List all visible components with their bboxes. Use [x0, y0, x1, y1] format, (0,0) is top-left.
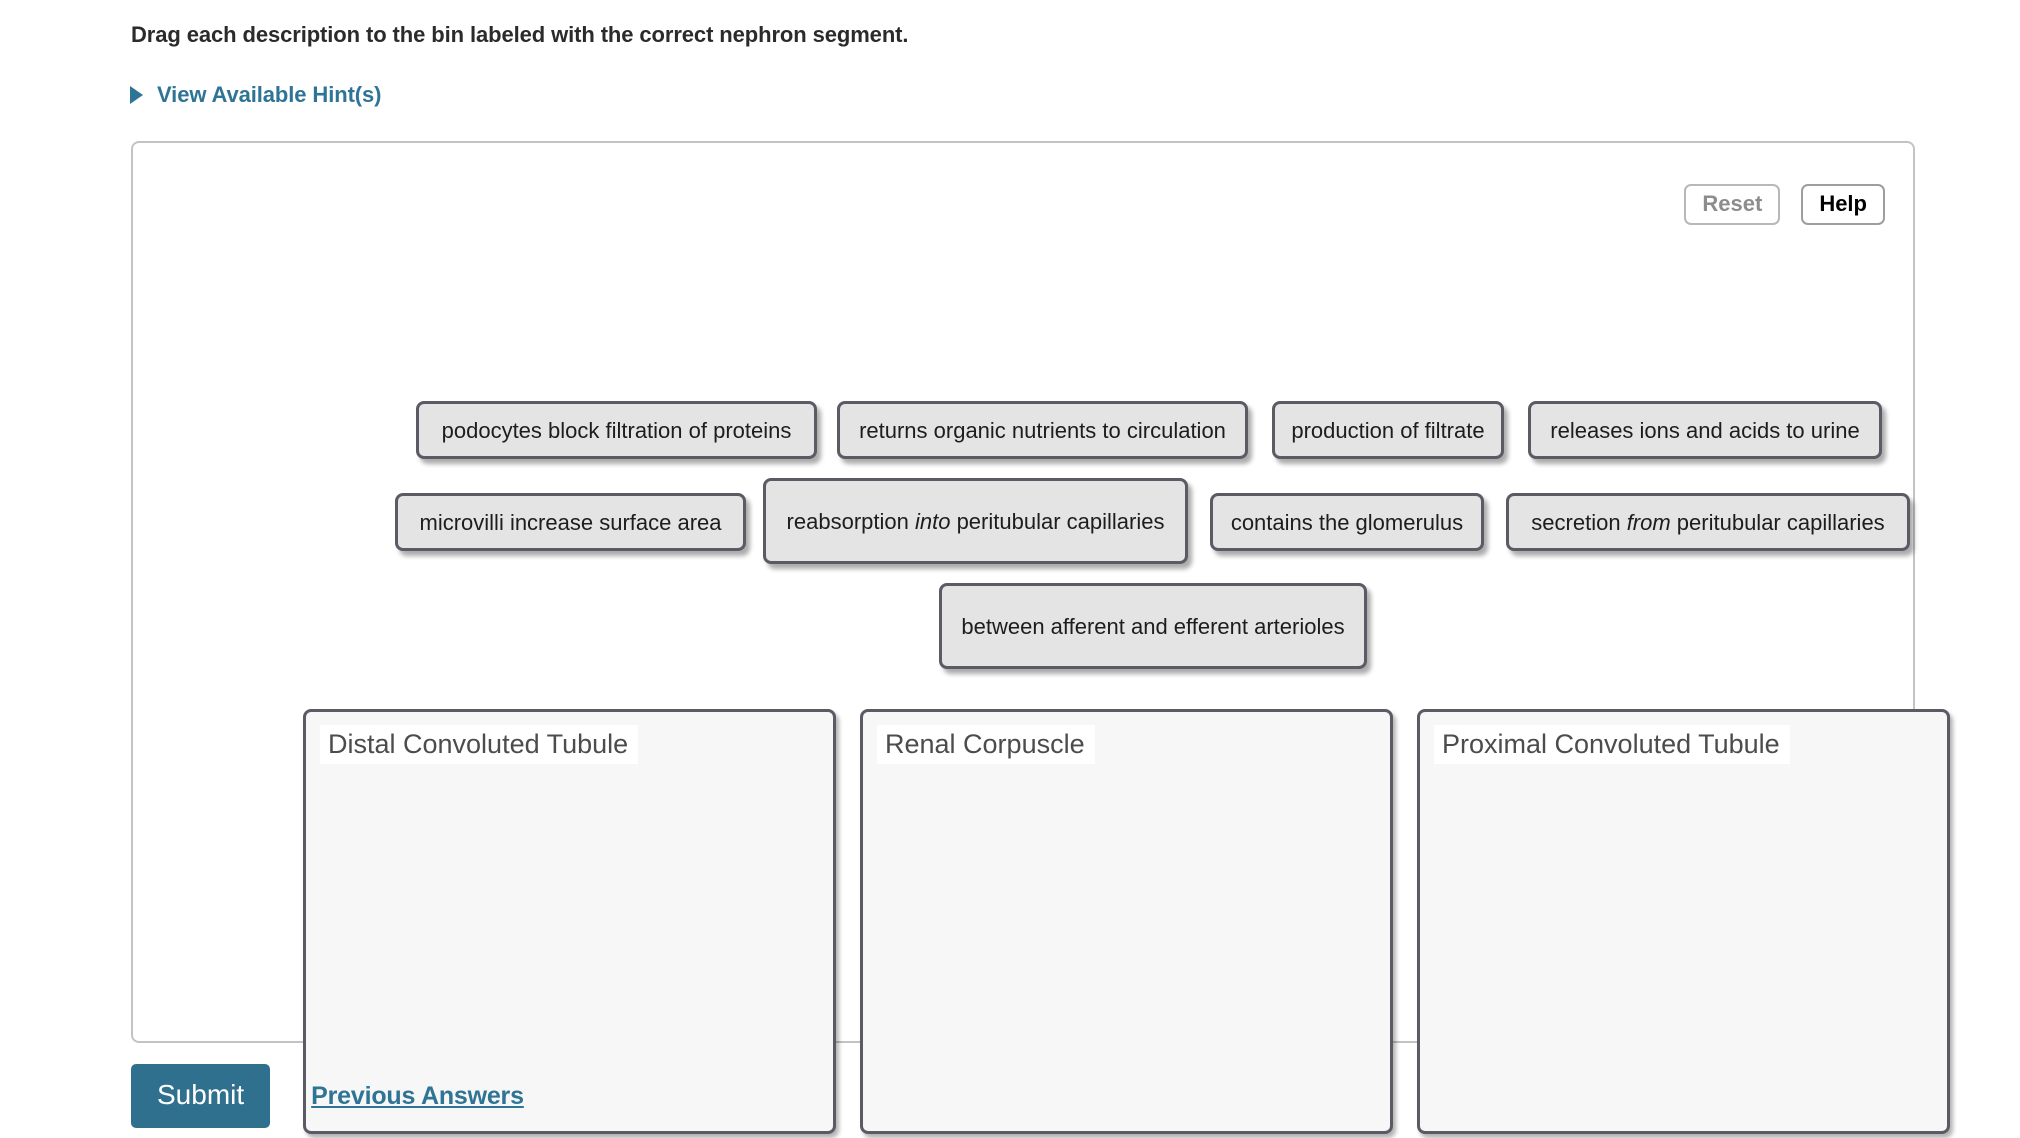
- tile-label: production of filtrate: [1291, 416, 1484, 445]
- view-available-hints-label: View Available Hint(s): [157, 82, 382, 107]
- tile-label: returns organic nutrients to circulation: [859, 416, 1226, 445]
- tile-returns[interactable]: returns organic nutrients to circulation: [837, 401, 1248, 459]
- tile-text: secretion: [1531, 509, 1627, 535]
- tile-text: releases ions and acids to urine: [1550, 417, 1860, 443]
- tile-label: between afferent and efferent arterioles: [961, 612, 1344, 641]
- previous-answers-link[interactable]: Previous Answers: [311, 1082, 524, 1111]
- exercise-page: Drag each description to the bin labeled…: [0, 0, 2020, 1138]
- tile-text: microvilli increase surface area: [419, 509, 722, 535]
- tile-releases[interactable]: releases ions and acids to urine: [1528, 401, 1882, 459]
- tile-text-suffix: peritubular capillaries: [950, 508, 1165, 534]
- bin-proximal-convoluted-tubule[interactable]: Proximal Convoluted Tubule: [1417, 709, 1950, 1134]
- tile-microvilli[interactable]: microvilli increase surface area: [395, 493, 746, 551]
- tile-text-suffix: peritubular capillaries: [1670, 509, 1885, 535]
- reset-button[interactable]: Reset: [1684, 184, 1781, 225]
- tile-text-emphasis: from: [1626, 509, 1671, 535]
- tile-label: secretion from peritubular capillaries: [1531, 508, 1884, 537]
- bin-dropzone[interactable]: [1420, 712, 1947, 1131]
- tile-label: contains the glomerulus: [1231, 508, 1463, 537]
- tile-label: releases ions and acids to urine: [1550, 416, 1859, 445]
- tile-reabsorption[interactable]: reabsorption into peritubular capillarie…: [763, 478, 1188, 564]
- triangle-right-icon: [130, 86, 143, 104]
- tile-text: between afferent and efferent arterioles: [961, 613, 1345, 639]
- tile-text-emphasis: into: [914, 508, 951, 534]
- tile-label: podocytes block filtration of proteins: [442, 416, 792, 445]
- tile-label: reabsorption into peritubular capillarie…: [787, 507, 1165, 536]
- footer-actions: Submit Previous Answers: [131, 1064, 524, 1128]
- tile-label: microvilli increase surface area: [420, 508, 722, 537]
- tile-secretion[interactable]: secretion from peritubular capillaries: [1506, 493, 1910, 551]
- tile-text: returns organic nutrients to circulation: [859, 417, 1226, 443]
- activity-panel: Reset Help podocytes block filtration of…: [131, 141, 1950, 1134]
- activity-toolbar: Reset Help: [1684, 184, 1885, 225]
- help-button[interactable]: Help: [1801, 184, 1885, 225]
- page-title: Drag each description to the bin labeled…: [131, 22, 909, 47]
- tile-text: production of filtrate: [1291, 417, 1485, 443]
- tile-text: reabsorption: [786, 508, 915, 534]
- submit-button[interactable]: Submit: [131, 1064, 271, 1128]
- tile-podocytes[interactable]: podocytes block filtration of proteins: [416, 401, 817, 459]
- bin-dropzone[interactable]: [863, 712, 1390, 1131]
- tile-text: podocytes block filtration of proteins: [441, 417, 792, 443]
- bin-renal-corpuscle[interactable]: Renal Corpuscle: [860, 709, 1393, 1134]
- tile-glomerulus[interactable]: contains the glomerulus: [1210, 493, 1484, 551]
- tile-text: contains the glomerulus: [1230, 509, 1464, 535]
- view-available-hints-toggle[interactable]: View Available Hint(s): [130, 82, 381, 108]
- tile-production[interactable]: production of filtrate: [1272, 401, 1504, 459]
- tile-arterioles[interactable]: between afferent and efferent arterioles: [939, 583, 1367, 669]
